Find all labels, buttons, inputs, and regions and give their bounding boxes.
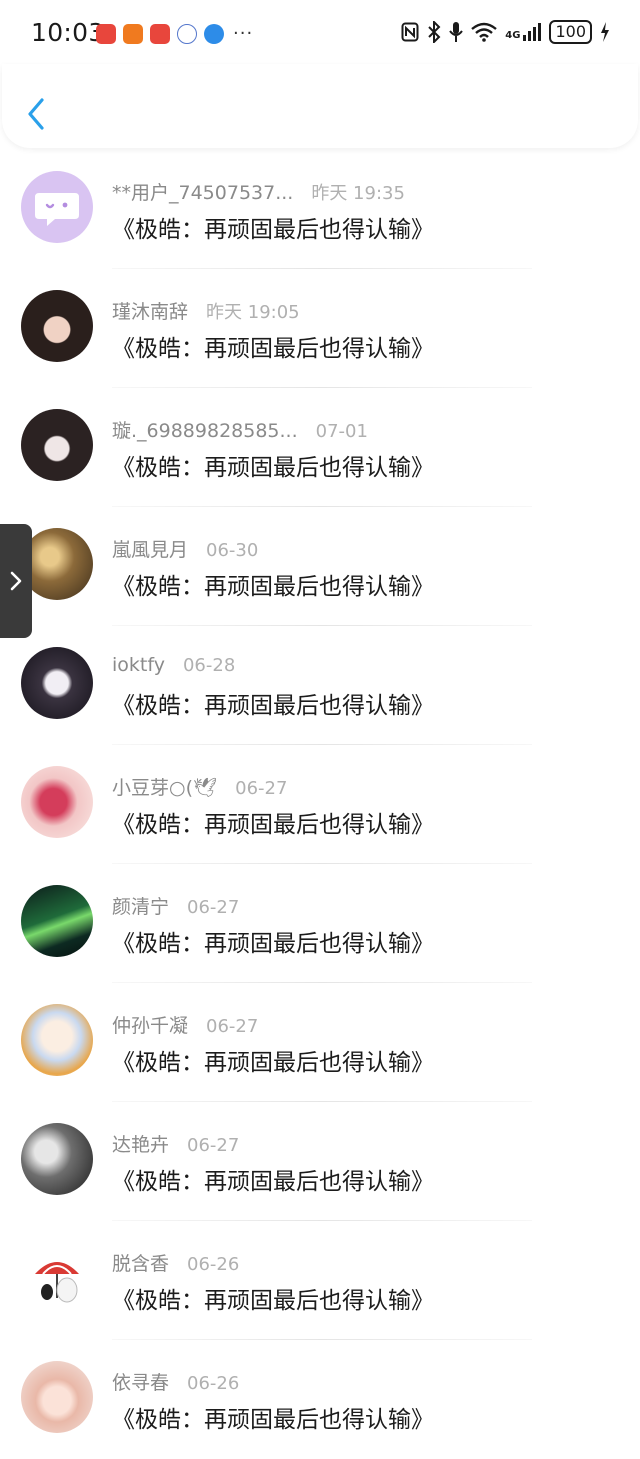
list-item-meta: 达艳卉 06-27: [112, 1130, 239, 1157]
list-item[interactable]: 达艳卉 06-27 《极皓：再顽固最后也得认输》: [0, 1102, 640, 1221]
timestamp: 06-26: [187, 1373, 240, 1394]
mall-app-icon: [96, 23, 116, 44]
status-bar: 10:03 ··· 4G 100: [0, 0, 640, 64]
list-item[interactable]: 脱含香 06-26 《极皓：再顽固最后也得认输》: [0, 1221, 640, 1340]
message-text: 《极皓：再顽固最后也得认输》: [112, 574, 434, 600]
wifi-icon: [471, 22, 498, 42]
message-text: 《极皓：再顽固最后也得认输》: [112, 693, 434, 719]
user-name[interactable]: 嵐風見月: [112, 535, 188, 562]
compass-app-icon: [204, 23, 224, 44]
browser-app-icon: [177, 23, 197, 44]
list-item[interactable]: 瑾沐南辞 昨天 19:05 《极皓：再顽固最后也得认输》: [0, 269, 640, 388]
timestamp: 06-27: [187, 897, 240, 918]
list-item[interactable]: 璇._69889828585... 07-01 《极皓：再顽固最后也得认输》: [0, 388, 640, 507]
mall-app-icon: [150, 23, 170, 44]
message-text: 《极皓：再顽固最后也得认输》: [112, 1288, 434, 1314]
user-name[interactable]: 依寻春: [112, 1368, 169, 1395]
message-text: 《极皓：再顽固最后也得认输》: [112, 931, 434, 957]
chevron-right-icon: [10, 571, 22, 591]
timestamp: 昨天 19:05: [206, 302, 300, 323]
timestamp: 06-27: [235, 778, 288, 799]
user-name[interactable]: 小豆芽○(🕊: [112, 773, 217, 800]
user-avatar[interactable]: [21, 1361, 93, 1433]
chat-bubble-icon: [35, 193, 79, 226]
message-text: 《极皓：再顽固最后也得认输》: [112, 1407, 434, 1433]
list-item-meta: ioktfy 06-28: [112, 654, 235, 676]
bluetooth-icon: [428, 21, 441, 43]
message-text: 《极皓：再顽固最后也得认输》: [112, 336, 434, 362]
nfc-icon: [401, 22, 419, 42]
user-name[interactable]: **用户_74507537...: [112, 178, 293, 205]
status-time: 10:03: [31, 18, 105, 47]
message-text: 《极皓：再顽固最后也得认输》: [112, 217, 434, 243]
list-item-meta: **用户_74507537... 昨天 19:35: [112, 178, 405, 205]
message-text: 《极皓：再顽固最后也得认输》: [112, 455, 434, 481]
side-panel-handle[interactable]: [0, 524, 32, 638]
user-name[interactable]: 仲孙千凝: [112, 1011, 188, 1038]
charging-icon: [601, 22, 609, 42]
user-avatar[interactable]: [21, 1123, 93, 1195]
user-avatar[interactable]: [21, 1004, 93, 1076]
user-avatar[interactable]: [21, 766, 93, 838]
timestamp: 昨天 19:35: [311, 183, 405, 204]
battery-indicator: 100: [549, 20, 592, 44]
status-app-icons: ···: [96, 23, 253, 44]
chat-bubble-avatar[interactable]: [21, 171, 93, 243]
user-name[interactable]: 瑾沐南辞: [112, 297, 188, 324]
message-text: 《极皓：再顽固最后也得认输》: [112, 1169, 434, 1195]
umbrella-character-icon: [35, 1262, 79, 1303]
user-avatar[interactable]: [21, 1242, 93, 1314]
list-item[interactable]: **用户_74507537... 昨天 19:35 《极皓：再顽固最后也得认输》: [0, 150, 640, 269]
list-item-meta: 颜清宁 06-27: [112, 892, 239, 919]
list-item-meta: 小豆芽○(🕊 06-27: [112, 773, 287, 800]
user-name[interactable]: 璇._69889828585...: [112, 416, 298, 443]
list-item[interactable]: 仲孙千凝 06-27 《极皓：再顽固最后也得认输》: [0, 983, 640, 1102]
timestamp: 06-26: [187, 1254, 240, 1275]
list-item-meta: 璇._69889828585... 07-01: [112, 416, 368, 443]
timestamp: 07-01: [315, 421, 368, 442]
list-item-meta: 依寻春 06-26: [112, 1368, 239, 1395]
user-name[interactable]: ioktfy: [112, 654, 165, 676]
message-text: 《极皓：再顽固最后也得认输》: [112, 812, 434, 838]
cellular-signal-icon: 4G: [505, 23, 542, 41]
list-item-meta: 瑾沐南辞 昨天 19:05: [112, 297, 300, 324]
list-item-meta: 嵐風見月 06-30: [112, 535, 258, 562]
list-item[interactable]: 小豆芽○(🕊 06-27 《极皓：再顽固最后也得认输》: [0, 745, 640, 864]
list-item[interactable]: 依寻春 06-26 《极皓：再顽固最后也得认输》: [0, 1340, 640, 1459]
user-avatar[interactable]: [21, 647, 93, 719]
user-avatar[interactable]: [21, 885, 93, 957]
list-item[interactable]: 嵐風見月 06-30 《极皓：再顽固最后也得认输》: [0, 507, 640, 626]
message-text: 《极皓：再顽固最后也得认输》: [112, 1050, 434, 1076]
chevron-left-icon: [28, 98, 44, 130]
shopping-app-icon: [123, 23, 143, 44]
top-nav-bar: [2, 64, 638, 148]
timestamp: 06-30: [206, 540, 259, 561]
list-item-meta: 仲孙千凝 06-27: [112, 1011, 258, 1038]
more-notifications-icon: ···: [233, 23, 254, 44]
timestamp: 06-28: [182, 655, 236, 676]
microphone-icon: [449, 22, 464, 42]
timestamp: 06-27: [187, 1135, 240, 1156]
timestamp: 06-27: [206, 1016, 259, 1037]
user-name[interactable]: 脱含香: [112, 1249, 169, 1276]
list-item[interactable]: ioktfy 06-28 《极皓：再顽固最后也得认输》: [0, 626, 640, 745]
user-name[interactable]: 颜清宁: [112, 892, 169, 919]
list-item-meta: 脱含香 06-26: [112, 1249, 239, 1276]
status-indicators: 4G 100: [401, 20, 610, 44]
user-avatar[interactable]: [21, 290, 93, 362]
user-name[interactable]: 达艳卉: [112, 1130, 169, 1157]
list-item[interactable]: 颜清宁 06-27 《极皓：再顽固最后也得认输》: [0, 864, 640, 983]
user-avatar[interactable]: [21, 409, 93, 481]
back-button[interactable]: [22, 94, 52, 134]
